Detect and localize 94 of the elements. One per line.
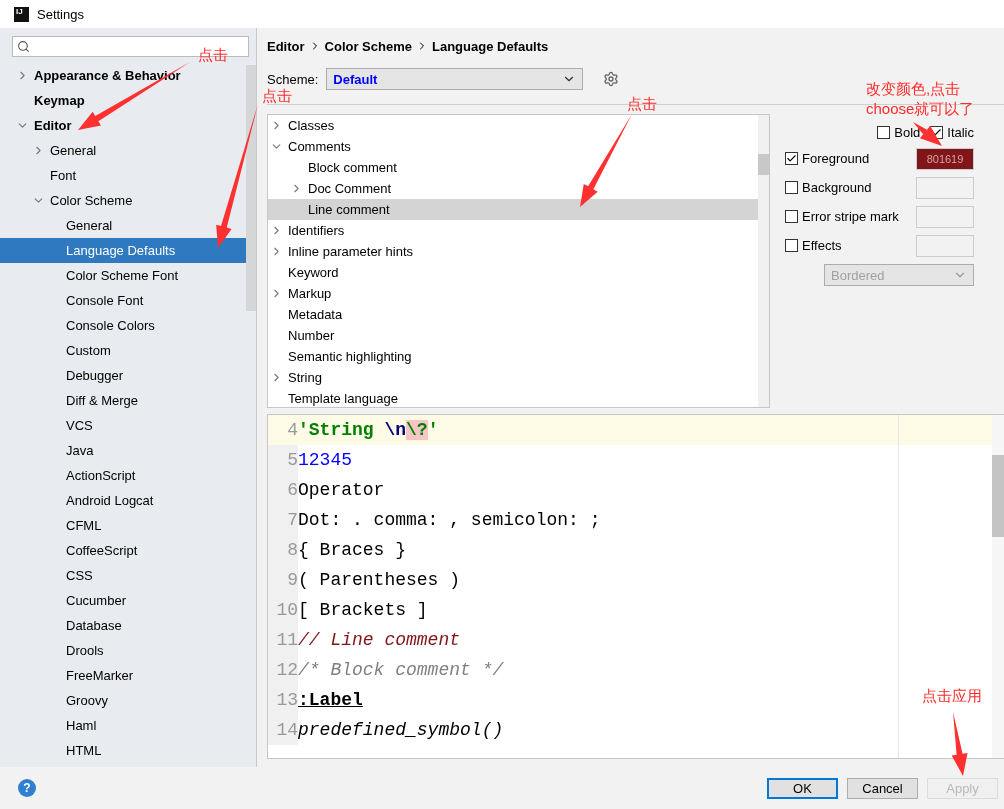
sidebar-item[interactable]: VCS (0, 413, 246, 438)
line-number: 9 (268, 565, 298, 595)
sidebar-item[interactable]: FreeMarker (0, 663, 246, 688)
code-line: Operator (298, 480, 385, 500)
scheme-label: Scheme: (267, 71, 319, 87)
sidebar-item[interactable]: Custom (0, 338, 246, 363)
sidebar-item[interactable]: Database (0, 613, 246, 638)
annotation-text: 改变颜色,点击 (866, 80, 961, 98)
scrollbar-thumb[interactable] (758, 154, 769, 175)
tree-item[interactable]: Metadata (268, 304, 758, 325)
code-line: 12345 (298, 450, 352, 470)
tree-item[interactable]: Doc Comment (268, 178, 758, 199)
code-line: 'String \n\?' (298, 420, 439, 440)
line-number: 7 (268, 505, 298, 535)
tree-item[interactable]: String (268, 367, 758, 388)
sidebar-item[interactable]: Editor (0, 113, 246, 138)
settings-icon[interactable] (603, 71, 620, 87)
sidebar-item[interactable]: CFML (0, 513, 246, 538)
sidebar-item[interactable]: Keymap (0, 88, 246, 113)
tree-item[interactable]: Block comment (268, 157, 758, 178)
line-number: 12 (268, 655, 298, 685)
line-number: 6 (268, 475, 298, 505)
annotation-arrow (951, 712, 968, 776)
annotation-text: 点击应用 (922, 687, 982, 705)
sidebar-item[interactable]: Font (0, 163, 246, 188)
code-line: :Label (298, 690, 363, 710)
color-checkbox[interactable]: Effects (785, 238, 842, 253)
scrollbar[interactable] (246, 65, 256, 311)
sidebar-item[interactable]: HTML (0, 738, 246, 763)
sidebar-item[interactable]: Drools (0, 638, 246, 663)
breadcrumb-item: Editor (267, 38, 305, 54)
annotation-text: 点击 (627, 95, 657, 113)
tree-item[interactable]: Template language (268, 388, 758, 407)
sidebar-item[interactable]: CSS (0, 563, 246, 588)
help-button[interactable]: ? (18, 779, 36, 797)
color-checkbox[interactable]: Error stripe mark (785, 209, 899, 224)
tree-item[interactable]: Semantic highlighting (268, 346, 758, 367)
color-swatch[interactable] (916, 176, 974, 199)
sidebar-item[interactable]: Cucumber (0, 588, 246, 613)
sidebar-item[interactable]: Console Font (0, 288, 246, 313)
breadcrumb-item: Language Defaults (432, 38, 549, 54)
annotation-text: choose就可以了 (866, 100, 975, 118)
color-swatch[interactable] (916, 234, 974, 257)
sidebar-item[interactable]: Groovy (0, 688, 246, 713)
sidebar-item[interactable]: Haml (0, 713, 246, 738)
sidebar-item[interactable]: Color Scheme Font (0, 263, 246, 288)
app-logo: IJ (14, 6, 29, 22)
sidebar-item[interactable]: Android Logcat (0, 488, 246, 513)
tree-item[interactable]: Inline parameter hints (268, 241, 758, 262)
line-number: 8 (268, 535, 298, 565)
color-swatch[interactable] (916, 205, 974, 228)
line-number: 10 (268, 595, 298, 625)
sidebar-item[interactable]: Java (0, 438, 246, 463)
sidebar-item[interactable]: Color Scheme (0, 188, 246, 213)
tree-item[interactable]: Number (268, 325, 758, 346)
line-number: 13 (268, 685, 298, 715)
line-number: 11 (268, 625, 298, 655)
sidebar-item[interactable]: Console Colors (0, 313, 246, 338)
scrollbar-thumb[interactable] (992, 455, 1004, 537)
tree-item[interactable]: Markup (268, 283, 758, 304)
sidebar-item[interactable]: Debugger (0, 363, 246, 388)
checkmark-icon (786, 153, 797, 164)
code-line: predefined_symbol() (298, 720, 504, 740)
color-checkbox[interactable]: Background (785, 180, 872, 195)
tree-item[interactable]: Line comment (268, 199, 758, 220)
code-line: { Braces } (298, 540, 407, 560)
tree-item[interactable]: Identifiers (268, 220, 758, 241)
breadcrumb-item: Color Scheme (324, 38, 412, 54)
tree-item[interactable]: Keyword (268, 262, 758, 283)
line-number: 14 (268, 715, 298, 745)
sidebar-item[interactable]: Diff & Merge (0, 388, 246, 413)
code-line: /* Block comment */ (298, 660, 504, 680)
sidebar-item[interactable]: CoffeeScript (0, 538, 246, 563)
style-checkbox[interactable]: Bold (877, 124, 921, 140)
tree-item[interactable]: Comments (268, 136, 758, 157)
sidebar-item[interactable]: Language Defaults (0, 238, 246, 263)
code-line: ( Parentheses ) (298, 570, 461, 590)
code-line: Dot: . comma: , semicolon: ; (298, 510, 601, 530)
sidebar-item[interactable]: General (0, 138, 246, 163)
dialog-button[interactable]: Cancel (847, 777, 918, 799)
color-checkbox[interactable]: Foreground (785, 151, 870, 166)
code-line: [ Brackets ] (298, 600, 428, 620)
annotation-text: 点击 (198, 46, 228, 64)
sidebar-item[interactable]: ActionScript (0, 463, 246, 488)
line-number: 5 (268, 445, 298, 475)
dialog-button[interactable]: OK (767, 777, 838, 799)
sidebar-item[interactable]: General (0, 213, 246, 238)
color-swatch[interactable]: 801619 (916, 147, 974, 170)
code-line: // Line comment (298, 630, 461, 650)
annotation-text: 点击 (262, 87, 292, 105)
tree-item[interactable]: Classes (268, 115, 758, 136)
scheme-dropdown[interactable]: Default (326, 68, 584, 90)
window-title: Settings (37, 6, 84, 22)
search-icon (17, 40, 30, 53)
